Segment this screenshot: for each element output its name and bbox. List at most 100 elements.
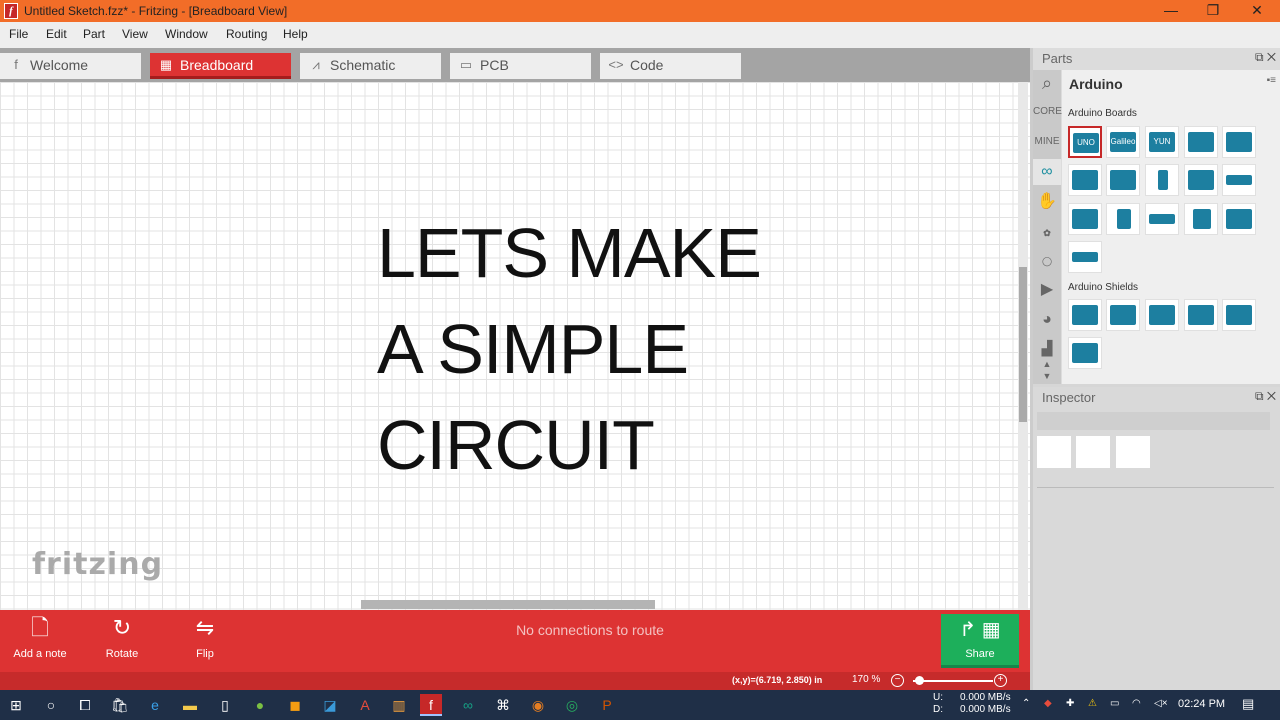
close-button[interactable]: ✕ [1234, 0, 1280, 22]
task-view-icon[interactable]: ⧠ [74, 694, 96, 716]
horizontal-scroll-thumb[interactable] [361, 600, 655, 609]
inspector-title: Inspector [1042, 390, 1096, 405]
battery-icon[interactable]: ▭ [1110, 698, 1119, 709]
part-board[interactable] [1222, 164, 1256, 196]
vertical-scroll-thumb[interactable] [1019, 267, 1027, 422]
minimize-button[interactable]: — [1148, 0, 1194, 22]
part-board[interactable] [1184, 164, 1218, 196]
store-icon[interactable]: 🛍 [109, 694, 131, 716]
tab-breadboard[interactable]: ▦ Breadboard [150, 53, 291, 79]
part-shield[interactable] [1068, 299, 1102, 331]
panel-controls[interactable]: ⧉ ✕ [1255, 389, 1276, 404]
part-board[interactable] [1068, 203, 1102, 235]
arduino-bin-icon[interactable]: ∞ [1033, 159, 1061, 185]
app-icon[interactable]: ⌘ [492, 694, 514, 716]
part-board[interactable] [1184, 203, 1218, 235]
part-shield[interactable] [1145, 299, 1179, 331]
window-title: Untitled Sketch.fzz* - Fritzing - [Bread… [24, 4, 288, 18]
menu-help[interactable]: Help [283, 27, 308, 41]
app-icon[interactable]: ◼ [284, 694, 306, 716]
intel-bin-icon[interactable]: ◯ [1033, 248, 1061, 274]
app-icon[interactable]: ● [249, 694, 271, 716]
restore-button[interactable]: ❐ [1190, 0, 1236, 22]
download-label: D: [933, 704, 943, 715]
play-bin-icon[interactable]: ▶ [1033, 277, 1061, 303]
view-tabs: f Welcome ▦ Breadboard ⩘ Schematic ▭ PCB… [0, 48, 1030, 82]
part-shield[interactable] [1106, 299, 1140, 331]
part-board[interactable] [1106, 164, 1140, 196]
part-shield[interactable] [1184, 299, 1218, 331]
zoom-out-button[interactable]: − [891, 674, 904, 687]
search-icon[interactable]: ○ [40, 694, 62, 716]
part-shield[interactable] [1068, 337, 1102, 369]
search-icon[interactable]: ⌕ [1033, 70, 1061, 96]
tray-icon[interactable]: ⚠ [1088, 698, 1097, 709]
chrome-icon[interactable]: ◎ [561, 694, 583, 716]
bin-mine[interactable]: MINE [1033, 129, 1061, 155]
bin-sidebar: ⌕ CORE MINE ∞ ✋ ✿ ◯ ▶ ◕ ▟ ▲ ▼ [1033, 70, 1062, 384]
inspector-view-pcb [1116, 436, 1150, 468]
flip-icon: ⇋ [195, 615, 215, 640]
edge-icon[interactable]: e [144, 694, 166, 716]
part-board[interactable] [1184, 126, 1218, 158]
notification-icon[interactable]: ▤ [1242, 696, 1254, 712]
app-icon[interactable]: ▯ [214, 694, 236, 716]
share-button[interactable]: ↱ ▦ Share [941, 614, 1019, 668]
network-speed: U: 0.000 MB/s D: 0.000 MB/s [933, 692, 1011, 716]
wifi-icon[interactable]: ◠ [1132, 698, 1141, 709]
acrobat-icon[interactable]: A [354, 694, 376, 716]
menu-window[interactable]: Window [165, 27, 208, 41]
scroll-arrows-icon[interactable]: ▲ ▼ [1033, 358, 1061, 384]
part-yun[interactable]: YUN [1145, 126, 1179, 158]
zoom-in-button[interactable]: + [994, 674, 1007, 687]
arduino-icon[interactable]: ∞ [457, 694, 479, 716]
part-board[interactable] [1222, 203, 1256, 235]
gauge-bin-icon[interactable]: ◕ [1033, 307, 1061, 333]
zoom-slider-track[interactable] [913, 680, 993, 682]
tray-icon[interactable]: ✚ [1066, 698, 1074, 709]
flip-button[interactable]: ⇋ Flip [165, 610, 245, 672]
bin-menu-icon[interactable]: ▪≡ [1267, 75, 1276, 86]
part-arduino-uno[interactable]: UNO [1068, 126, 1102, 158]
menu-part[interactable]: Part [83, 27, 105, 41]
panel-controls[interactable]: ⧉ ✕ [1255, 50, 1276, 65]
part-board[interactable] [1068, 164, 1102, 196]
rotate-icon: ↻ [112, 615, 132, 640]
breadboard-canvas[interactable]: LETS MAKE A SIMPLE CIRCUIT fritzing [0, 82, 1030, 610]
hand-bin-icon[interactable]: ✋ [1033, 189, 1061, 215]
part-label: UNO [1073, 133, 1099, 153]
fritzing-taskbar-icon[interactable]: f [420, 694, 442, 716]
title-bar: f Untitled Sketch.fzz* - Fritzing - [Bre… [0, 0, 1280, 22]
tab-welcome[interactable]: f Welcome [0, 53, 141, 79]
part-board[interactable] [1106, 203, 1140, 235]
part-board[interactable] [1222, 126, 1256, 158]
menu-file[interactable]: File [9, 27, 28, 41]
start-icon[interactable]: ⊞ [5, 694, 27, 716]
part-shield[interactable] [1222, 299, 1256, 331]
firefox-icon[interactable]: ◉ [527, 694, 549, 716]
file-explorer-icon[interactable]: ▬ [179, 694, 201, 716]
rotate-button[interactable]: ↻ Rotate [82, 610, 162, 672]
tray-icon[interactable]: ◆ [1044, 698, 1052, 709]
menu-routing[interactable]: Routing [226, 27, 267, 41]
seeed-bin-icon[interactable]: ✿ [1033, 220, 1061, 246]
tab-schematic[interactable]: ⩘ Schematic [300, 53, 441, 79]
tab-pcb[interactable]: ▭ PCB [450, 53, 591, 79]
part-board[interactable] [1145, 164, 1179, 196]
chevron-up-icon[interactable]: ⌃ [1022, 698, 1030, 709]
part-board[interactable] [1145, 203, 1179, 235]
volume-icon[interactable]: ◁× [1154, 698, 1168, 709]
app-icon[interactable]: ◪ [319, 694, 341, 716]
tab-code[interactable]: <> Code [600, 53, 741, 79]
add-note-button[interactable]: 🗋 Add a note [0, 610, 80, 672]
app-icon[interactable]: ▥ [388, 694, 410, 716]
part-galileo[interactable]: Galileo [1106, 126, 1140, 158]
powerpoint-icon[interactable]: P [596, 694, 618, 716]
menu-edit[interactable]: Edit [46, 27, 67, 41]
menu-view[interactable]: View [122, 27, 148, 41]
part-board[interactable] [1068, 241, 1102, 273]
zoom-slider-handle[interactable] [915, 676, 924, 685]
bin-core[interactable]: CORE [1033, 99, 1062, 125]
clock[interactable]: 02:24 PM [1178, 698, 1225, 710]
parts-panel-title: Parts [1042, 51, 1073, 66]
